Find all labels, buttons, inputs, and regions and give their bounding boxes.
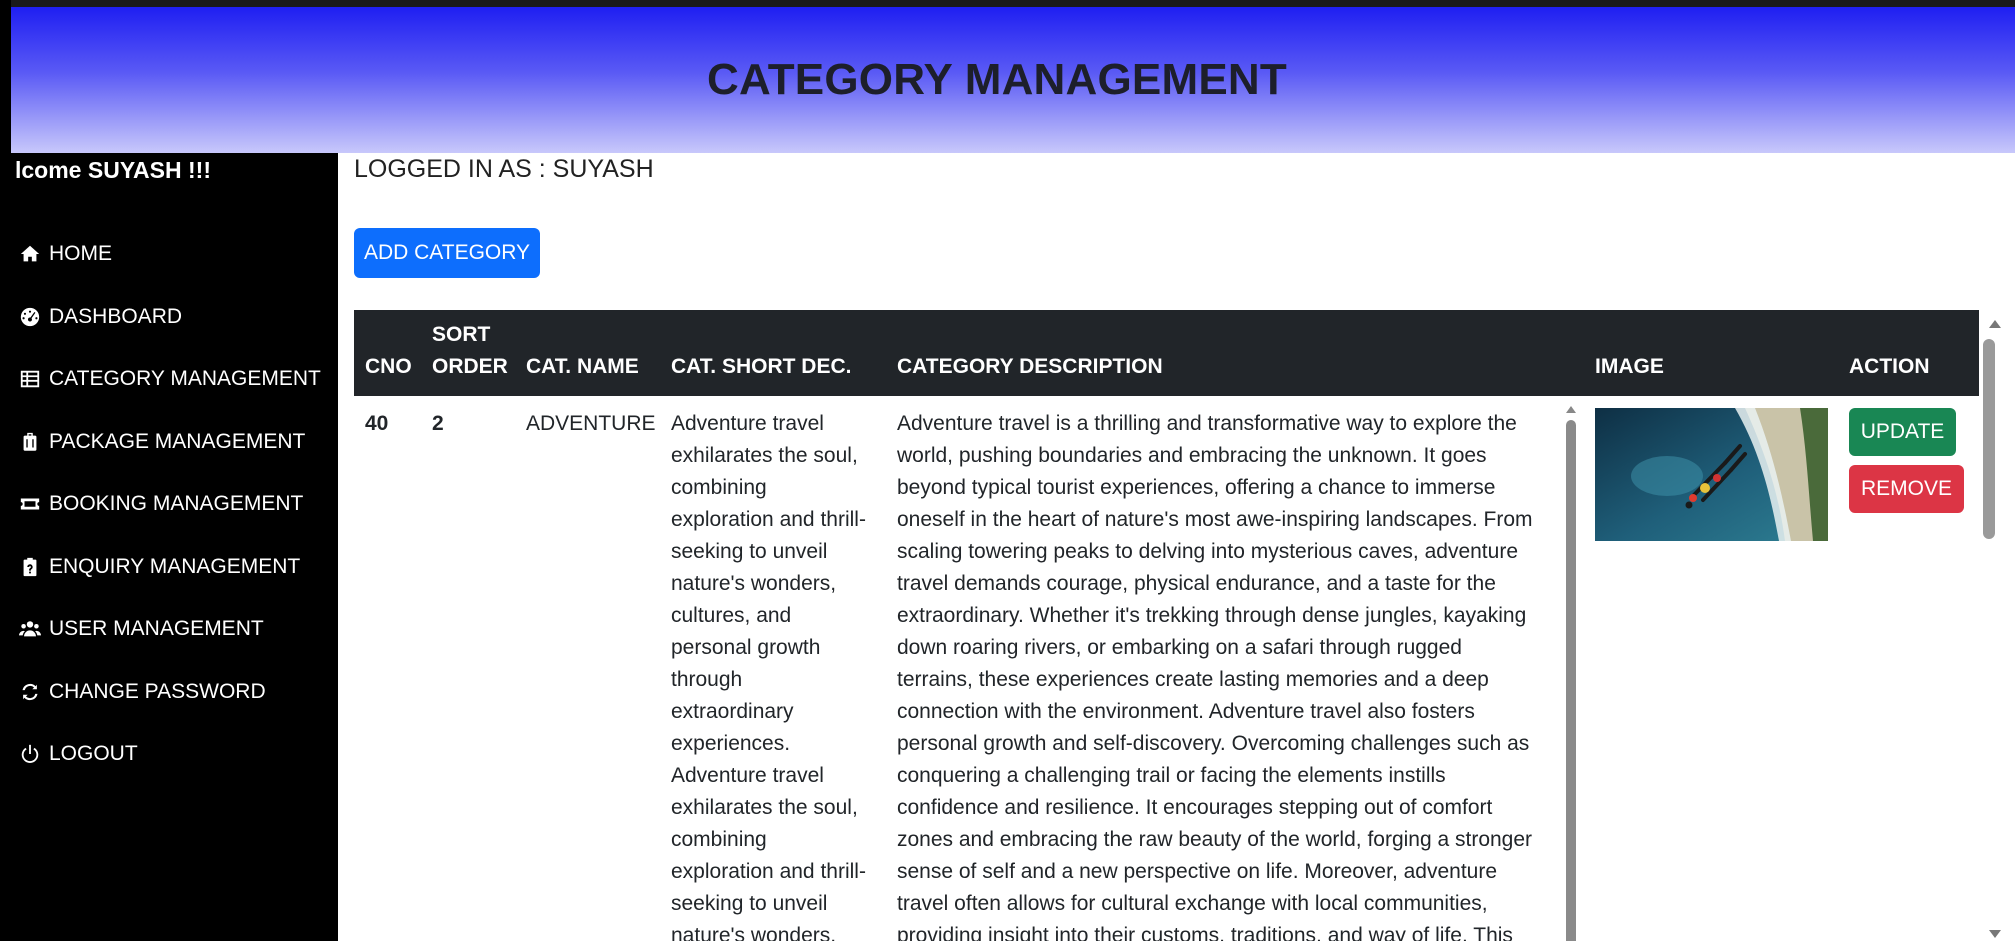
scroll-down-arrow-icon[interactable]: [1989, 930, 2001, 938]
sidebar-item-category-management[interactable]: CATEGORY MANAGEMENT: [19, 348, 321, 411]
scrollbar-thumb[interactable]: [1983, 339, 1995, 539]
cell-cat-name: ADVENTURE: [526, 412, 656, 435]
desc-line: down roaring rivers, or embarking on a s…: [897, 636, 1462, 659]
sidebar-item-dashboard[interactable]: DASHBOARD: [19, 286, 321, 349]
refresh-icon: [19, 681, 41, 703]
short-line: exploration and thrill-: [671, 860, 866, 883]
category-table: CNO SORT ORDER CAT. NAME CAT. SHORT DEC.…: [354, 310, 1979, 941]
short-line: seeking to unveil: [671, 892, 828, 915]
scroll-up-arrow-icon[interactable]: [1566, 406, 1576, 413]
table-header: CNO SORT ORDER CAT. NAME CAT. SHORT DEC.…: [354, 310, 1979, 396]
home-icon: [19, 243, 41, 265]
sidebar-item-logout[interactable]: LOGOUT: [19, 723, 321, 786]
description-scrollbar[interactable]: [1565, 406, 1577, 941]
desc-line: beyond typical tourist experiences, offe…: [897, 476, 1496, 499]
desc-line: zones and embracing the raw beauty of th…: [897, 828, 1533, 851]
scroll-up-arrow-icon[interactable]: [1989, 320, 2001, 328]
sidebar-nav: HOME DASHBOARD CATEGORY MANAGEMENT PACKA…: [19, 223, 321, 786]
cell-category-description: Adventure travel is a thrilling and tran…: [897, 408, 1557, 941]
sidebar-item-label: USER MANAGEMENT: [49, 617, 264, 641]
short-line: Adventure travel: [671, 764, 824, 787]
update-button[interactable]: UPDATE: [1849, 408, 1956, 456]
table-list-icon: [19, 368, 41, 390]
desc-line: conquering a challenging trail or facing…: [897, 764, 1446, 787]
sidebar-item-home[interactable]: HOME: [19, 223, 321, 286]
short-line: exhilarates the soul,: [671, 796, 858, 819]
ticket-icon: [19, 493, 41, 515]
desc-line: world, pushing boundaries and embracing …: [897, 444, 1487, 467]
desc-line: personal growth and self-discovery. Over…: [897, 732, 1530, 755]
desc-line: confidence and resilience. It encourages…: [897, 796, 1493, 819]
sidebar-item-label: CHANGE PASSWORD: [49, 679, 266, 703]
header-image: IMAGE: [1595, 355, 1664, 378]
short-line: personal growth: [671, 636, 821, 659]
main-content: LOGGED IN AS : SUYASH ADD CATEGORY CNO S…: [354, 153, 2015, 941]
sidebar-item-label: PACKAGE MANAGEMENT: [49, 429, 306, 453]
desc-line: connection with the environment. Adventu…: [897, 700, 1475, 723]
header-cat-short: CAT. SHORT DEC.: [671, 355, 852, 378]
logged-in-label: LOGGED IN AS : SUYASH: [354, 155, 654, 183]
suitcase-icon: [19, 431, 41, 453]
window-left-edge: [0, 0, 11, 941]
desc-line: scaling towering peaks to delving into m…: [897, 540, 1518, 563]
short-line: extraordinary: [671, 700, 794, 723]
sidebar-item-enquiry-management[interactable]: ENQUIRY MANAGEMENT: [19, 536, 321, 599]
sidebar-item-user-management[interactable]: USER MANAGEMENT: [19, 598, 321, 661]
cell-cno: 40: [365, 412, 389, 435]
short-line: exploration and thrill-: [671, 508, 866, 531]
short-line: nature's wonders,: [671, 924, 837, 941]
gauge-icon: [19, 306, 41, 328]
page-title: CATEGORY MANAGEMENT: [707, 55, 1287, 104]
table-row: 40 2 ADVENTURE Adventure travel exhilara…: [354, 396, 1979, 941]
short-line: combining: [671, 476, 767, 499]
page-scrollbar[interactable]: [1979, 153, 2015, 941]
sidebar: lcome SUYASH !!! HOME DASHBOARD CATEGORY…: [11, 153, 338, 941]
add-category-button[interactable]: ADD CATEGORY: [354, 228, 540, 278]
power-icon: [19, 743, 41, 765]
header-cat-name: CAT. NAME: [526, 355, 639, 378]
desc-line: oneself in the heart of nature's most aw…: [897, 508, 1533, 531]
short-line: Adventure travel: [671, 412, 824, 435]
header-sort-order: SORT ORDER: [432, 319, 508, 383]
cell-sort-order: 2: [432, 412, 444, 435]
desc-line: travel often allows for cultural exchang…: [897, 892, 1488, 915]
remove-button[interactable]: REMOVE: [1849, 465, 1964, 513]
window-top-border: [0, 0, 2015, 7]
desc-line: travel demands courage, physical enduran…: [897, 572, 1496, 595]
page-header: CATEGORY MANAGEMENT: [11, 7, 2015, 153]
desc-line: sense of self and a new perspective on l…: [897, 860, 1498, 883]
sidebar-item-label: HOME: [49, 242, 112, 266]
short-line: through: [671, 668, 743, 691]
header-action: ACTION: [1849, 355, 1930, 378]
header-category-description: CATEGORY DESCRIPTION: [897, 355, 1163, 378]
desc-line: Adventure travel is a thrilling and tran…: [897, 412, 1517, 435]
short-line: seeking to unveil: [671, 540, 828, 563]
short-line: nature's wonders,: [671, 572, 837, 595]
header-sort-line1: SORT: [432, 323, 491, 346]
sidebar-item-change-password[interactable]: CHANGE PASSWORD: [19, 661, 321, 724]
cell-cat-short: Adventure travel exhilarates the soul, c…: [671, 408, 886, 941]
sidebar-item-booking-management[interactable]: BOOKING MANAGEMENT: [19, 473, 321, 536]
short-line: exhilarates the soul,: [671, 444, 858, 467]
header-sort-line2: ORDER: [432, 355, 508, 378]
sidebar-item-label: BOOKING MANAGEMENT: [49, 492, 304, 516]
sidebar-item-label: LOGOUT: [49, 742, 138, 766]
sidebar-item-label: DASHBOARD: [49, 304, 183, 328]
desc-line: extraordinary. Whether it's trekking thr…: [897, 604, 1527, 627]
users-icon: [19, 618, 41, 640]
short-line: cultures, and: [671, 604, 792, 627]
sidebar-item-label: ENQUIRY MANAGEMENT: [49, 554, 301, 578]
desc-line: terrains, these experiences create lasti…: [897, 668, 1489, 691]
sidebar-item-package-management[interactable]: PACKAGE MANAGEMENT: [19, 411, 321, 474]
header-cno: CNO: [365, 355, 412, 378]
short-line: experiences.: [671, 732, 791, 755]
welcome-message: lcome SUYASH !!!: [15, 157, 211, 183]
clipboard-question-icon: [19, 556, 41, 578]
short-line: combining: [671, 828, 767, 851]
category-image: [1595, 408, 1828, 541]
sidebar-item-label: CATEGORY MANAGEMENT: [49, 367, 321, 391]
scrollbar-thumb[interactable]: [1566, 420, 1576, 941]
desc-line: providing insight into their customs, tr…: [897, 924, 1513, 941]
